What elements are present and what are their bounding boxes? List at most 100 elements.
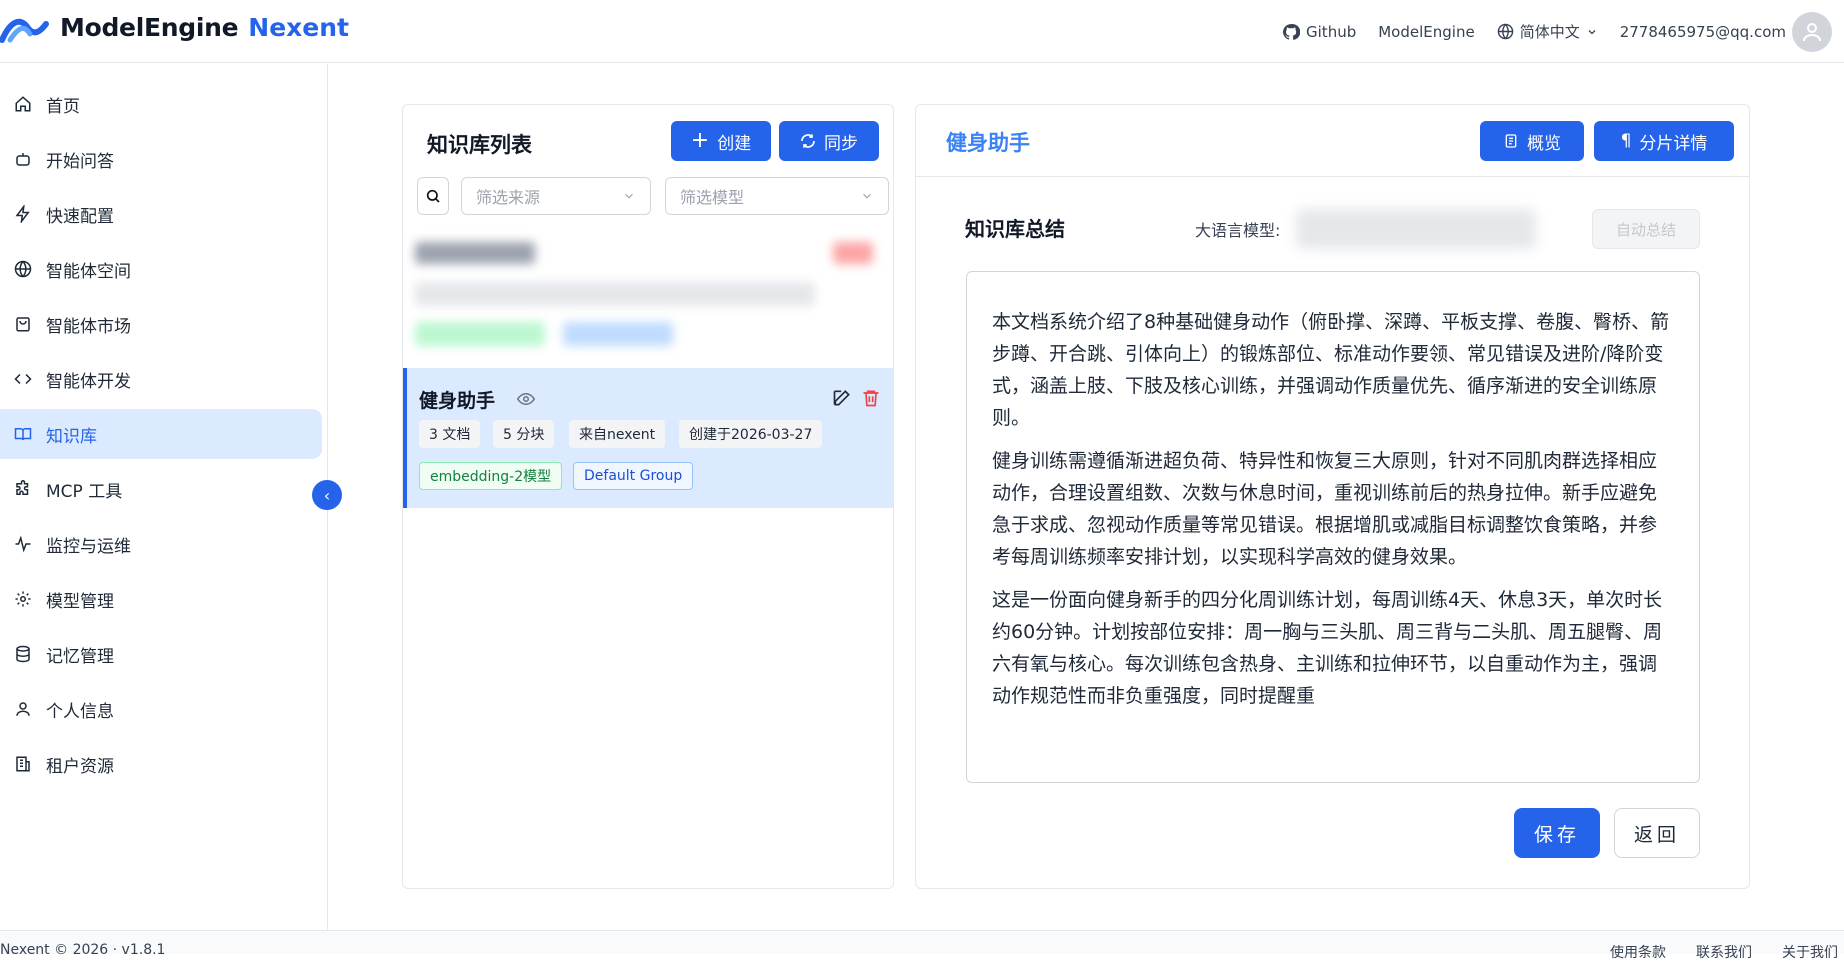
search-button[interactable] xyxy=(417,177,449,215)
summary-textarea[interactable]: 本文档系统介绍了8种基础健身动作（俯卧撑、深蹲、平板支撑、卷腹、臀桥、箭步蹲、开… xyxy=(966,271,1700,783)
github-link[interactable]: Github xyxy=(1282,23,1356,41)
auto-summary-button[interactable]: 自动总结 xyxy=(1592,209,1700,249)
back-label: 返回 xyxy=(1633,823,1680,846)
model-tag: embedding-2模型 xyxy=(419,462,563,490)
logo[interactable]: ModelEngine Nexent xyxy=(0,10,349,44)
detail-title: 健身助手 xyxy=(946,131,1030,155)
sidebar-item-label: 租户资源 xyxy=(46,756,114,777)
document-icon xyxy=(1505,134,1517,148)
filter-model-placeholder: 筛选模型 xyxy=(680,188,745,207)
create-button[interactable]: + 创建 xyxy=(671,121,771,161)
sidebar-item-memory[interactable]: 记忆管理 xyxy=(0,629,322,679)
kb-list-item-blurred[interactable] xyxy=(403,230,893,350)
sync-label: 同步 xyxy=(824,133,858,154)
source-tag: 来自nexent xyxy=(569,420,666,448)
top-header: ModelEngine Nexent Github ModelEngine 简体… xyxy=(0,0,1844,63)
overview-label: 概览 xyxy=(1527,133,1561,154)
footer-link-terms[interactable]: 使用条款 xyxy=(1610,942,1666,962)
user-avatar-icon xyxy=(1803,22,1821,41)
logo-subtitle: Nexent xyxy=(248,12,349,42)
chevron-down-icon xyxy=(863,193,871,199)
globe-icon xyxy=(1497,23,1513,40)
filter-model-select[interactable]: 筛选模型 xyxy=(665,177,889,215)
sync-button[interactable]: 同步 xyxy=(779,121,879,161)
home-icon xyxy=(12,93,34,115)
delete-icon[interactable] xyxy=(861,388,881,408)
detail-header: 健身助手 概览 ¶ 分片详情 xyxy=(916,105,1749,177)
sidebar-item-agent-space[interactable]: 智能体空间 xyxy=(0,244,322,294)
sidebar-item-model-mgmt[interactable]: 模型管理 xyxy=(0,574,322,624)
kb-list-item-selected[interactable]: 健身助手 3 文档 5 分块 来自nexent 创建于2026-03-27 em… xyxy=(403,368,893,508)
bot-icon xyxy=(12,148,34,170)
created-date-tag: 创建于2026-03-27 xyxy=(679,420,823,448)
eye-icon[interactable] xyxy=(517,390,535,408)
search-icon xyxy=(426,189,440,203)
sidebar-item-label: 开始问答 xyxy=(46,151,114,172)
overview-button[interactable]: 概览 xyxy=(1480,121,1584,161)
filter-source-placeholder: 筛选来源 xyxy=(476,188,541,207)
chunk-details-button[interactable]: ¶ 分片详情 xyxy=(1594,121,1734,161)
sidebar-item-quick-setup[interactable]: 快速配置 xyxy=(0,189,322,239)
summary-label: 知识库总结 xyxy=(965,217,1065,241)
plus-icon: + xyxy=(690,128,710,153)
sidebar-item-label: 个人信息 xyxy=(46,701,114,722)
chunks-count-tag: 5 分块 xyxy=(493,420,555,448)
edit-icon[interactable] xyxy=(832,388,852,408)
sidebar-item-agent-dev[interactable]: 智能体开发 xyxy=(0,354,322,404)
group-tag: Default Group xyxy=(573,462,694,490)
create-label: 创建 xyxy=(717,133,752,154)
sidebar-item-label: 智能体开发 xyxy=(46,371,131,392)
modelengine-link[interactable]: ModelEngine xyxy=(1378,23,1474,41)
llm-select[interactable] xyxy=(1296,209,1536,249)
kb-item-name: 健身助手 xyxy=(419,390,496,412)
logo-text: ModelEngine xyxy=(60,12,239,42)
sidebar-item-chat[interactable]: 开始问答 xyxy=(0,134,322,184)
globe-icon xyxy=(12,258,34,280)
chevron-down-icon xyxy=(625,193,633,199)
footer-link-contact[interactable]: 联系我们 xyxy=(1696,942,1752,962)
sync-icon xyxy=(801,134,815,148)
database-icon xyxy=(12,643,34,665)
filter-source-select[interactable]: 筛选来源 xyxy=(461,177,651,215)
back-button[interactable]: 返回 xyxy=(1614,808,1700,858)
docs-count-tag: 3 文档 xyxy=(419,420,481,448)
logo-mark-icon xyxy=(0,18,49,43)
language-select[interactable]: 简体中文 xyxy=(1497,21,1598,42)
building-icon xyxy=(12,753,34,775)
sidebar-item-label: 智能体空间 xyxy=(46,261,131,282)
sidebar-item-knowledge-base[interactable]: 知识库 xyxy=(0,409,322,459)
book-icon xyxy=(12,423,34,445)
avatar[interactable] xyxy=(1792,11,1832,52)
sidebar-item-label: 快速配置 xyxy=(46,206,114,227)
kb-detail-panel: 健身助手 概览 ¶ 分片详情 知识库总结 大语言模型: 自动总结 本文档系统介绍… xyxy=(915,104,1750,889)
copyright: Nexent © 2026 · v1.8.1 xyxy=(0,942,166,958)
chunk-details-label: 分片详情 xyxy=(1639,133,1708,154)
footer: Nexent © 2026 · v1.8.1 使用条款 联系我们 关于我们 xyxy=(0,930,1844,961)
sidebar-item-label: 智能体市场 xyxy=(46,316,131,337)
sidebar-item-agent-market[interactable]: 智能体市场 xyxy=(0,299,322,349)
sidebar-collapse-button[interactable]: ‹ xyxy=(312,480,342,510)
user-icon xyxy=(12,698,34,720)
sidebar-item-label: 记忆管理 xyxy=(46,646,114,667)
user-menu[interactable]: 2778465975@qq.com xyxy=(1619,11,1832,52)
github-label: Github xyxy=(1306,22,1357,41)
summary-paragraph: 健身训练需遵循渐进超负荷、特异性和恢复三大原则，针对不同肌肉群选择相应动作，合理… xyxy=(992,450,1658,568)
sidebar-item-monitoring[interactable]: 监控与运维 xyxy=(0,519,322,569)
summary-paragraph: 这是一份面向健身新手的四分化周训练计划，每周训练4天、休息3天，单次时长约60分… xyxy=(992,589,1663,707)
sidebar-item-label: MCP 工具 xyxy=(46,481,123,502)
user-email: 2778465975@qq.com xyxy=(1619,22,1786,41)
sidebar-item-home[interactable]: 首页 xyxy=(0,79,322,129)
pilcrow-icon: ¶ xyxy=(1620,131,1632,151)
sidebar-item-tenant[interactable]: 租户资源 xyxy=(0,739,322,789)
sidebar-item-label: 知识库 xyxy=(46,426,97,447)
footer-link-about[interactable]: 关于我们 xyxy=(1782,942,1838,962)
sidebar-item-label: 首页 xyxy=(46,96,80,117)
github-icon xyxy=(1283,23,1301,40)
sidebar: 首页 开始问答 快速配置 智能体空间 智能体市场 智能体开发 知识库 MCP 工… xyxy=(0,64,328,930)
save-button[interactable]: 保存 xyxy=(1514,808,1600,858)
sidebar-item-mcp-tools[interactable]: MCP 工具 xyxy=(0,464,322,514)
chevron-down-icon xyxy=(1588,29,1596,34)
sidebar-item-profile[interactable]: 个人信息 xyxy=(0,684,322,734)
sidebar-item-label: 模型管理 xyxy=(46,591,114,612)
gear-icon xyxy=(12,588,34,610)
